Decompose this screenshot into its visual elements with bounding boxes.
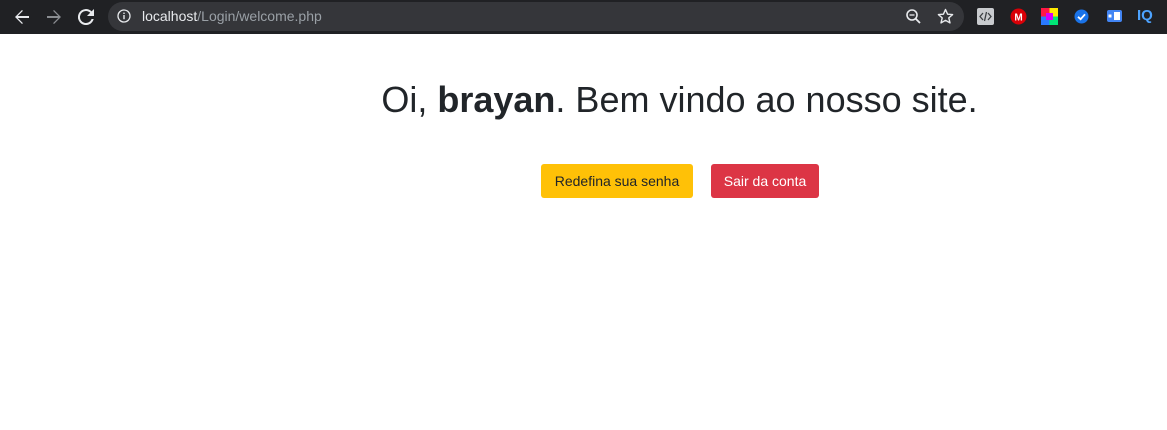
url-text: localhost/Login/welcome.php <box>142 9 322 24</box>
reset-password-button[interactable]: Redefina sua senha <box>541 164 693 198</box>
color-picker-extension-icon[interactable] <box>1041 8 1058 25</box>
site-info-icon[interactable] <box>117 9 131 23</box>
welcome-prefix: Oi, <box>381 79 438 120</box>
reload-button[interactable] <box>74 5 98 29</box>
back-icon <box>15 10 29 24</box>
bookmark-star-icon[interactable] <box>937 8 954 25</box>
reload-icon <box>78 9 94 25</box>
zoom-icon[interactable] <box>905 8 922 25</box>
browser-toolbar: localhost/Login/welcome.php M IQ <box>0 0 1167 34</box>
mega-extension-icon[interactable]: M <box>1010 8 1027 25</box>
welcome-heading: Oi, brayan. Bem vindo ao nosso site. <box>0 78 1167 122</box>
welcome-suffix: . Bem vindo ao nosso site. <box>555 79 978 120</box>
iq-extension-icon[interactable]: IQ <box>1137 7 1157 24</box>
forward-icon <box>47 10 61 24</box>
screen-extension-icon[interactable] <box>1106 8 1123 25</box>
url-host: localhost <box>142 8 198 24</box>
url-path: /Login/welcome.php <box>197 8 322 24</box>
logout-button[interactable]: Sair da conta <box>711 164 819 198</box>
forward-button[interactable] <box>42 5 66 29</box>
code-extension-icon[interactable] <box>977 8 994 25</box>
back-button[interactable] <box>10 5 34 29</box>
checkmark-extension-icon[interactable] <box>1073 8 1090 25</box>
username: brayan <box>437 79 556 120</box>
address-bar[interactable]: localhost/Login/welcome.php <box>108 2 964 31</box>
mega-extension-label: M <box>1014 12 1022 23</box>
